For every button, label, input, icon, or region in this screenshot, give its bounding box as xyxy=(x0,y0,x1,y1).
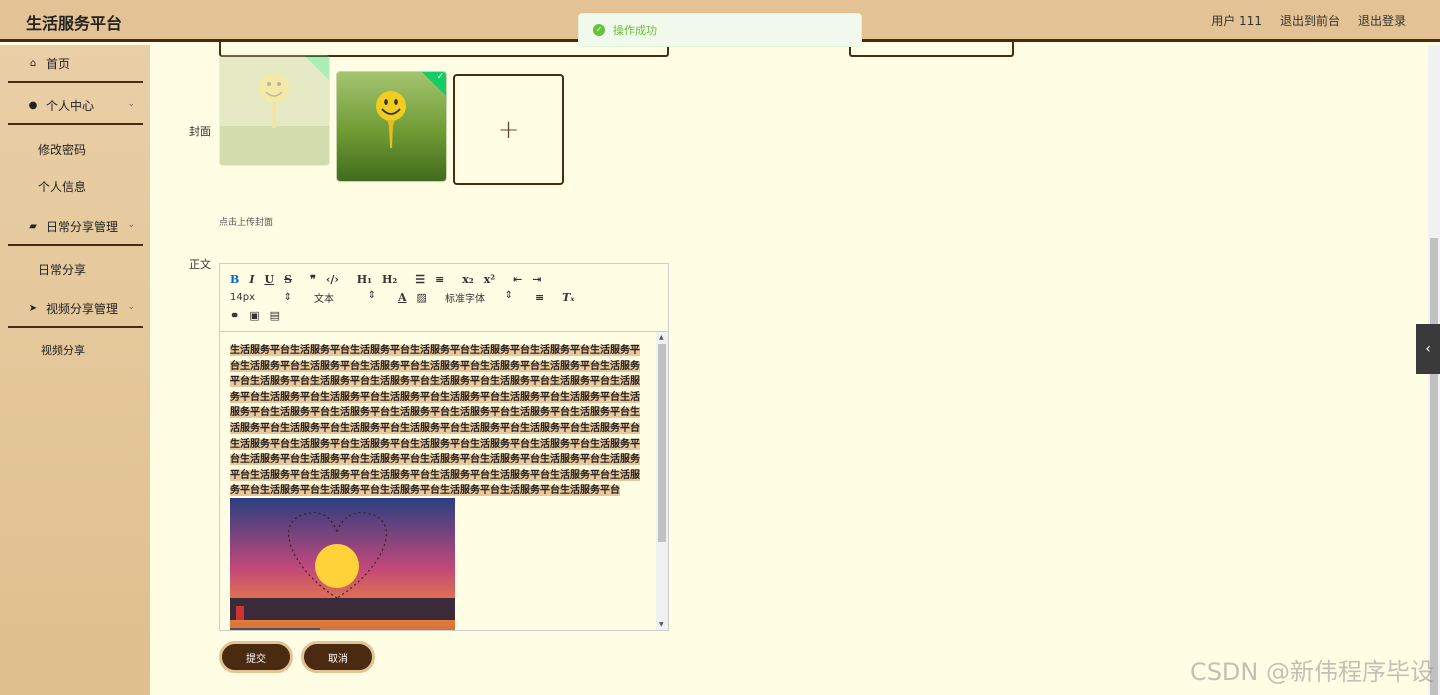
rich-text-editor[interactable]: B I U S ❞ ‹/› H₁ H₂ ☰ ≡ x₂ x² ⇤ ⇥ 14px ⇕ … xyxy=(219,263,669,631)
chevron-down-icon: ⌄ xyxy=(127,99,135,109)
text-style-select[interactable]: 文本 ⇕ xyxy=(314,290,376,305)
sidebar-item-personal-center[interactable]: ● 个人中心 ⌄ xyxy=(8,87,143,125)
success-toast: ✓ 操作成功 xyxy=(578,13,862,47)
plus-icon: + xyxy=(497,114,520,145)
main-content: 封面 ✓ + 点击上传封面 正文 B I U S ❞ ‹/› H₁ H₂ ☰ ≡… xyxy=(150,41,1428,695)
sidebar-item-label: 个人中心 xyxy=(46,98,95,113)
font-size-select[interactable]: 14px ⇕ xyxy=(230,292,292,303)
clean-format-button[interactable]: Tₓ xyxy=(562,291,574,304)
back-to-front-link[interactable]: 退出到前台 xyxy=(1280,12,1340,29)
sidebar-item-daily-share[interactable]: 日常分享 xyxy=(38,261,86,278)
chevron-down-icon: ⌄ xyxy=(127,302,135,312)
underline-button[interactable]: U xyxy=(264,273,274,286)
outdent-button[interactable]: ⇤ xyxy=(513,273,522,286)
bold-button[interactable]: B xyxy=(230,273,239,286)
sidebar-item-daily-share-manage[interactable]: ▰ 日常分享管理 ⌄ xyxy=(8,208,143,246)
image-icon[interactable]: ▣ xyxy=(249,309,259,322)
share-icon: ▰ xyxy=(29,220,37,232)
ordered-list-button[interactable]: ☰ xyxy=(415,273,425,286)
superscript-button[interactable]: x² xyxy=(484,273,495,286)
side-panel-toggle[interactable]: ‹ xyxy=(1416,324,1440,374)
sidebar-item-label: 首页 xyxy=(46,56,71,71)
app-title: 生活服务平台 xyxy=(26,14,123,33)
chevron-down-icon: ⌄ xyxy=(127,220,135,230)
blockquote-button[interactable]: ❞ xyxy=(310,273,316,286)
cover-label: 封面 xyxy=(189,125,211,138)
logout-link[interactable]: 退出登录 xyxy=(1358,12,1406,29)
send-icon: ➤ xyxy=(28,302,38,314)
uploaded-badge xyxy=(305,56,329,80)
sidebar-item-personal-info[interactable]: 个人信息 xyxy=(38,178,86,195)
check-icon: ✓ xyxy=(436,72,444,82)
header-2-button[interactable]: H₂ xyxy=(382,273,397,286)
submit-button[interactable]: 提交 xyxy=(219,641,293,673)
sidebar-item-video-share[interactable]: 视频分享 xyxy=(41,342,85,358)
body-label: 正文 xyxy=(189,258,211,271)
upload-cover-button[interactable]: + xyxy=(453,74,564,185)
font-family-select[interactable]: 标准字体 ⇕ xyxy=(445,290,513,305)
background-color-button[interactable]: ▨ xyxy=(417,291,427,304)
code-block-button[interactable]: ‹/› xyxy=(326,273,339,286)
editor-content[interactable]: 生活服务平台生活服务平台生活服务平台生活服务平台生活服务平台生活服务平台生活服务… xyxy=(220,332,656,630)
page-scroll-thumb[interactable] xyxy=(1430,238,1438,695)
editor-toolbar: B I U S ❞ ‹/› H₁ H₂ ☰ ≡ x₂ x² ⇤ ⇥ 14px ⇕ … xyxy=(220,264,668,332)
sidebar: ⌂ 首页 ● 个人中心 ⌄ 修改密码 个人信息 ▰ 日常分享管理 ⌄ 日常分享 … xyxy=(0,45,150,695)
italic-button[interactable]: I xyxy=(249,273,254,286)
sunset-image xyxy=(230,497,455,630)
sidebar-item-label: 视频分享管理 xyxy=(46,301,119,316)
video-icon[interactable]: ▤ xyxy=(270,309,280,322)
indent-button[interactable]: ⇥ xyxy=(532,273,541,286)
font-color-button[interactable]: A xyxy=(398,291,407,304)
sidebar-item-label: 日常分享管理 xyxy=(46,219,119,234)
check-circle-icon: ✓ xyxy=(593,24,605,36)
sidebar-item-video-share-manage[interactable]: ➤ 视频分享管理 ⌄ xyxy=(8,290,143,328)
bullet-list-button[interactable]: ≡ xyxy=(435,273,444,286)
align-button[interactable]: ≡ xyxy=(535,291,544,304)
cover-thumbnail[interactable]: ✓ xyxy=(336,71,447,182)
editor-scrollbar[interactable]: ▲ ▼ xyxy=(656,332,668,630)
cover-thumbnail[interactable] xyxy=(219,55,330,166)
sidebar-item-change-password[interactable]: 修改密码 xyxy=(38,141,86,158)
scroll-down-icon[interactable]: ▼ xyxy=(659,621,664,628)
cancel-button[interactable]: 取消 xyxy=(301,641,375,673)
strike-button[interactable]: S xyxy=(284,273,292,286)
editor-scroll-thumb[interactable] xyxy=(658,344,666,542)
user-menu[interactable]: 用户 111 xyxy=(1211,12,1262,29)
editor-text: 生活服务平台生活服务平台生活服务平台生活服务平台生活服务平台生活服务平台生活服务… xyxy=(230,345,640,497)
watermark: CSDN @新伟程序毕设 xyxy=(1189,658,1434,686)
toast-message: 操作成功 xyxy=(613,24,657,37)
header-1-button[interactable]: H₁ xyxy=(357,273,372,286)
scroll-up-icon[interactable]: ▲ xyxy=(659,334,664,341)
top-nav: 用户 111 退出到前台 退出登录 xyxy=(1211,12,1406,29)
category-input[interactable] xyxy=(849,41,1014,57)
home-icon: ⌂ xyxy=(29,57,37,69)
sidebar-item-home[interactable]: ⌂ 首页 xyxy=(8,45,143,83)
upload-hint: 点击上传封面 xyxy=(219,218,274,228)
chevron-left-icon: ‹ xyxy=(1425,341,1431,357)
subscript-button[interactable]: x₂ xyxy=(462,273,473,286)
link-icon[interactable]: ⚭ xyxy=(230,309,239,322)
user-icon: ● xyxy=(28,99,38,111)
